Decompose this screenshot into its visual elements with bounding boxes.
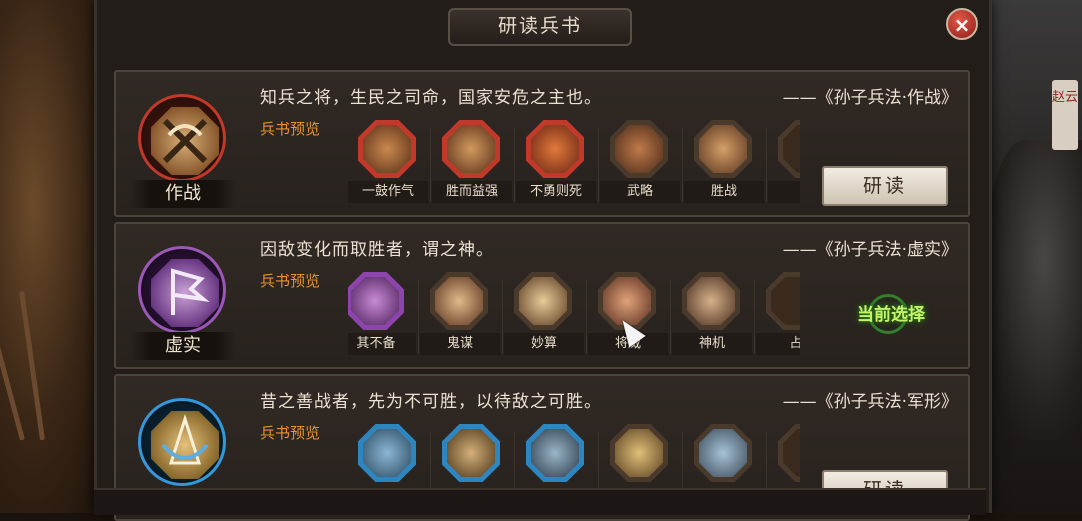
skill-boot-icon [682, 272, 740, 330]
book-source: ——《孙子兵法·虚实》 [782, 240, 958, 260]
preview-label: 兵书预览 [260, 120, 321, 138]
skill-item[interactable]: 胜战 [684, 118, 764, 206]
skill-item[interactable]: 不勇则死 [516, 118, 596, 206]
book-badge-label: 作战 [130, 180, 236, 208]
skill-name: 胜战 [684, 181, 764, 203]
skill-partial-icon [766, 272, 800, 330]
skill-name [768, 181, 800, 203]
skill-item[interactable]: 一鼓作气 [348, 118, 428, 206]
book-quote: 因敌变化而取胜者，谓之神。 [260, 240, 494, 260]
skill-shield-icon [526, 424, 584, 482]
flag-icon [171, 268, 210, 315]
book-badge[interactable] [138, 398, 226, 486]
skill-name: 鬼谋 [420, 333, 500, 355]
skill-item-partial[interactable] [768, 118, 800, 206]
book-card-xushi: 虚实 因敌变化而取胜者，谓之神。 ——《孙子兵法·虚实》 兵书预览 其不备 鬼谋… [114, 222, 970, 369]
crossed-swords-icon [162, 118, 208, 164]
preview-label: 兵书预览 [260, 272, 321, 290]
skill-surprise-icon [348, 272, 404, 330]
fortress-icon [161, 414, 209, 465]
general-portrait [986, 140, 1082, 440]
skill-item[interactable]: 鬼谋 [420, 270, 500, 358]
skill-strategist-icon [430, 272, 488, 330]
book-quote: 知兵之将，生民之司命，国家安危之主也。 [260, 88, 602, 108]
skill-list: 一鼓作气 胜而益强 不勇则死 武略 胜战 [348, 118, 800, 208]
skill-camp-icon [358, 424, 416, 482]
book-quote: 昔之善战者，先为不可胜，以待敌之可胜。 [260, 392, 602, 412]
study-button[interactable]: 研读 [822, 166, 948, 206]
preview-label: 兵书预览 [260, 424, 321, 442]
skill-armor-icon [694, 120, 752, 178]
skill-list: 其不备 鬼谋 妙算 将威 神机 占 [348, 270, 800, 360]
skill-name: 占 [756, 333, 800, 355]
skill-partial-icon [778, 120, 800, 178]
skill-item[interactable]: 神机 [672, 270, 752, 358]
current-selection-badge: 当前选择 [857, 305, 925, 325]
skill-item[interactable]: 妙算 [504, 270, 584, 358]
skill-gate-icon [610, 424, 668, 482]
skill-sword-icon [610, 120, 668, 178]
skill-plant-icon [442, 424, 500, 482]
book-source: ——《孙子兵法·作战》 [782, 88, 958, 108]
skill-item[interactable]: 胜而益强 [432, 118, 512, 206]
skill-warrior-icon [442, 120, 500, 178]
panel-bottom-edge [94, 488, 986, 515]
skill-name: 其不备 [348, 333, 416, 355]
skill-name: 妙算 [504, 333, 584, 355]
skill-name: 武略 [600, 181, 680, 203]
book-badge[interactable] [138, 94, 226, 182]
book-card-zuozhan: 作战 知兵之将，生民之司命，国家安危之主也。 ——《孙子兵法·作战》 兵书预览 … [114, 70, 970, 217]
close-button[interactable]: × [946, 8, 978, 40]
skill-name: 一鼓作气 [348, 181, 428, 203]
skill-drum-icon [358, 120, 416, 178]
skill-name: 胜而益强 [432, 181, 512, 203]
skill-scroll-icon [514, 272, 572, 330]
book-badge[interactable] [138, 246, 226, 334]
skill-sage-icon [694, 424, 752, 482]
close-icon: × [953, 13, 971, 37]
skill-fire-icon [526, 120, 584, 178]
general-name-banner: 赵云 [1052, 80, 1078, 150]
skill-name: 不勇则死 [516, 181, 596, 203]
window-title: 研读兵书 [448, 8, 632, 46]
book-source: ——《孙子兵法·军形》 [782, 392, 958, 412]
skill-item-partial[interactable]: 占 [756, 270, 800, 358]
book-badge-label: 虚实 [130, 332, 236, 360]
skill-partial-icon [778, 424, 800, 482]
skill-item[interactable]: 其不备 [348, 270, 416, 358]
skill-item[interactable]: 武略 [600, 118, 680, 206]
skill-name: 神机 [672, 333, 752, 355]
